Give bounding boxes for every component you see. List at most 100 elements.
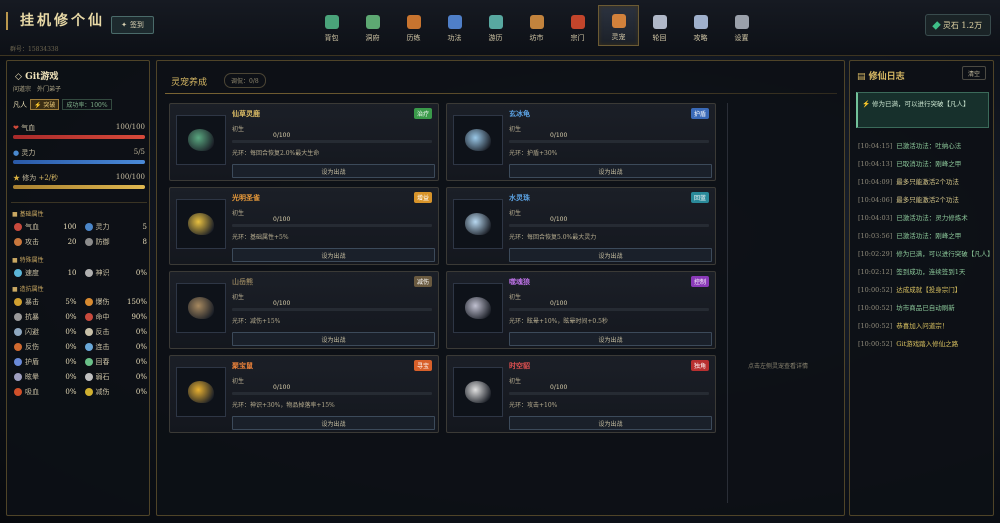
nav-3[interactable]: 功法 xyxy=(434,5,475,46)
attr-name: 暴击 xyxy=(25,297,39,306)
breakthrough-notice[interactable]: ⚡ 修为已满，可以进行突破【凡人】 xyxy=(856,92,989,128)
log-time: [10:02:29] xyxy=(858,250,893,258)
attr-icon xyxy=(84,222,93,231)
pet-portrait xyxy=(453,367,503,417)
pet-tag: 增益 xyxy=(413,192,432,203)
basic-attrs-grid: 气血 100 灵力 5 攻击 20 防御 8 xyxy=(14,219,147,249)
breakthrough-label: 突破 xyxy=(43,102,56,109)
nav-6[interactable]: 宗门 xyxy=(557,5,598,46)
attr-name: 命中 xyxy=(95,312,110,321)
breakthrough-button[interactable]: ⚡ 突破 xyxy=(30,99,60,110)
pet-effect: 光环：护盾+30% xyxy=(509,150,558,157)
nav-2[interactable]: 历练 xyxy=(393,5,434,46)
set-active-button[interactable]: 设为出战 xyxy=(232,332,435,346)
nav-icon xyxy=(611,14,626,28)
pet-count-badge: 调侃：0/8 xyxy=(224,73,266,88)
pet-card[interactable]: 噬魂狼 控制 初生 0/100 光环：眩晕+10%，眩晕时间+0.5秒 设为出战 xyxy=(446,271,716,349)
pet-stage: 初生 xyxy=(232,126,245,133)
set-active-button[interactable]: 设为出战 xyxy=(232,248,435,262)
cultivation-bar-fill xyxy=(13,185,145,189)
nav-5[interactable]: 坊市 xyxy=(516,5,557,46)
nav-8[interactable]: 轮回 xyxy=(639,5,680,46)
pet-card[interactable]: 聚宝鼠 寻宝 初生 0/100 光环：神识+30%，物品掉落率+15% 设为出战 xyxy=(169,355,439,433)
pet-stage: 初生 xyxy=(509,210,522,217)
log-message: 已取消功法：刚峰之甲 xyxy=(896,160,962,168)
log-entry: [10:00:52] Git游戏踏入修仙之路 xyxy=(858,339,992,349)
pet-card[interactable]: 水灵珠 回蓝 初生 0/100 光环：每回合恢复5.0%最大灵力 设为出战 xyxy=(446,187,716,265)
pet-stage: 初生 xyxy=(509,294,522,301)
nav-icon xyxy=(652,15,667,29)
mp-bar-row: ● 灵力 5/5 xyxy=(13,148,145,164)
pet-effect: 光环：每回合恢复2.0%最大生命 xyxy=(232,150,320,157)
pet-xp-bar xyxy=(509,140,709,143)
set-active-button[interactable]: 设为出战 xyxy=(509,332,712,346)
nav-7[interactable]: 灵宠 xyxy=(598,5,639,46)
log-message: 已激活功法：刚峰之甲 xyxy=(896,232,962,240)
pet-portrait xyxy=(453,115,503,165)
nav-0[interactable]: 背包 xyxy=(311,5,352,46)
sect-name: 问道宗 xyxy=(13,86,32,93)
set-active-button[interactable]: 设为出战 xyxy=(509,164,712,178)
pet-figure-icon xyxy=(465,381,491,403)
set-active-button[interactable]: 设为出战 xyxy=(509,248,712,262)
attr-key: 弱石 xyxy=(84,372,110,382)
attr-value: 150% xyxy=(126,297,147,306)
nav-label: 历练 xyxy=(406,34,421,42)
pet-tag: 减伤 xyxy=(413,276,432,287)
set-active-button[interactable]: 设为出战 xyxy=(232,416,435,430)
pet-portrait xyxy=(453,199,503,249)
pet-stage: 初生 xyxy=(509,126,522,133)
signin-button[interactable]: ✦ 签到 xyxy=(111,16,154,34)
pet-tag: 护盾 xyxy=(690,108,709,119)
nav-1[interactable]: 洞府 xyxy=(352,5,393,46)
pet-effect: 光环：基础属性+5% xyxy=(232,234,289,241)
star-icon: ★ xyxy=(13,174,20,182)
attr-row: 弱石 0% xyxy=(84,369,147,384)
pet-name: 噬魂狼 xyxy=(509,277,530,286)
pet-card[interactable]: 时空貂 独角 初生 0/100 光环：攻击+10% 设为出战 xyxy=(446,355,716,433)
set-active-button[interactable]: 设为出战 xyxy=(509,416,712,430)
pet-name: 玄冰龟 xyxy=(509,109,530,118)
nav-4[interactable]: 游历 xyxy=(475,5,516,46)
attr-icon xyxy=(84,327,93,336)
special-attrs-heading: ■ 特殊属性 xyxy=(12,257,44,264)
attr-value: 0% xyxy=(135,268,147,277)
attr-name: 眩晕 xyxy=(25,372,39,381)
attr-icon xyxy=(84,357,93,366)
attr-name: 反伤 xyxy=(25,342,39,351)
orb-icon: ● xyxy=(13,149,20,157)
gift-icon: ✦ xyxy=(121,21,127,29)
attr-value: 5 xyxy=(142,222,147,231)
log-entry: [10:04:15] 已激活功法：吐纳心法 xyxy=(858,141,992,151)
attr-value: 0% xyxy=(65,387,77,396)
pet-figure-icon xyxy=(188,129,214,151)
attr-name: 闪避 xyxy=(25,327,39,336)
pet-portrait xyxy=(176,199,226,249)
pet-xp-value: 0/100 xyxy=(273,300,291,307)
attr-value: 100 xyxy=(63,222,77,231)
nav-icon xyxy=(324,15,339,29)
pet-card[interactable]: 光明圣雀 增益 初生 0/100 光环：基础属性+5% 设为出战 xyxy=(169,187,439,265)
game-title: 挂机修个仙 xyxy=(6,12,105,30)
log-panel: ▤ 修仙日志 清空 ⚡ 修为已满，可以进行突破【凡人】 [10:04:15] 已激活… xyxy=(849,60,994,516)
log-message: 恭喜加入问道宗！ xyxy=(896,322,949,330)
attr-name: 吸血 xyxy=(25,387,39,396)
pet-effect: 光环：减伤+15% xyxy=(232,318,281,325)
hp-label-text: 气血 xyxy=(21,124,36,132)
pet-portrait xyxy=(453,283,503,333)
attr-icon xyxy=(14,327,22,336)
attr-name: 气血 xyxy=(25,222,39,231)
player-sect-line: 问道宗 外门弟子 xyxy=(13,84,61,93)
nav-10[interactable]: 设置 xyxy=(721,5,762,46)
set-active-button[interactable]: 设为出战 xyxy=(232,164,435,178)
pet-card[interactable]: 山岳熊 减伤 初生 0/100 光环：减伤+15% 设为出战 xyxy=(169,271,439,349)
pet-figure-icon xyxy=(465,213,491,235)
attr-row: 反伤 0% xyxy=(14,339,77,354)
pet-card[interactable]: 玄冰龟 护盾 初生 0/100 光环：护盾+30% 设为出战 xyxy=(446,103,716,181)
rank-row: 凡人 ⚡ 突破 成功率：100% xyxy=(13,99,112,110)
attr-name: 反击 xyxy=(95,327,110,336)
pet-card[interactable]: 仙草灵鹿 治疗 初生 0/100 光环：每回合恢复2.0%最大生命 设为出战 xyxy=(169,103,439,181)
attr-row: 抗暴 0% xyxy=(14,309,77,324)
nav-9[interactable]: 攻略 xyxy=(680,5,721,46)
clear-log-button[interactable]: 清空 xyxy=(962,66,986,80)
